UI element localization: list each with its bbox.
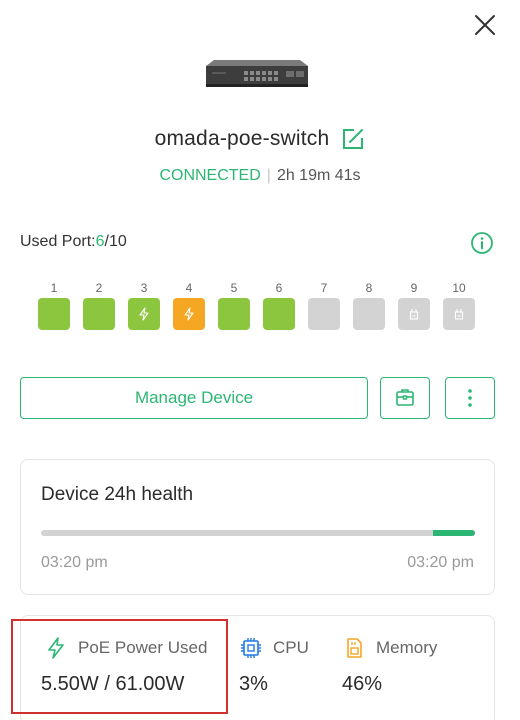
used-port-summary: Used Port:6/10 [20,233,127,251]
port-4-status[interactable] [173,298,205,330]
cpu-chip-icon [241,638,261,658]
port-7: 7 [308,280,340,330]
sfp-port-icon [454,309,464,320]
port-5: 5 [218,280,250,330]
port-number: 1 [50,281,58,295]
switch-device-image [206,60,308,87]
port-2-status[interactable] [83,298,115,330]
uptime: 2h 19m 41s [276,167,361,184]
port-number: 3 [140,281,148,295]
sfp-port-icon [409,309,419,320]
port-4: 4 [173,280,205,330]
port-6-status[interactable] [263,298,295,330]
port-6: 6 [263,280,295,330]
used-port-count: 6 [95,233,105,250]
port-1-status[interactable] [38,298,70,330]
memory-card-icon [347,638,362,658]
port-number: 10 [452,281,466,295]
port-number: 9 [410,281,418,295]
port-9: 9 [398,280,430,330]
close-icon [475,15,495,35]
port-1: 1 [38,280,70,330]
health-start-time: 03:20 pm [41,554,108,571]
used-port-label: Used Port: [20,233,96,250]
port-number: 2 [95,281,103,295]
port-number: 7 [320,281,328,295]
total-port-count: /10 [104,233,127,250]
health-timeline-bar[interactable] [41,530,475,536]
port-number: 6 [275,281,283,295]
cpu-label: CPU [273,638,309,657]
poe-bolt-icon [139,307,149,321]
poe-power-label: PoE Power Used [78,638,208,657]
manage-device-button[interactable]: Manage Device [20,377,368,419]
more-options-button[interactable] [445,377,495,419]
poe-highlight-box [11,619,228,714]
device-health-card: Device 24h health 03:20 pm 03:20 pm [20,459,495,595]
edit-name-button[interactable] [341,127,365,151]
cpu-value: 3% [239,673,268,695]
device-status-row: CONNECTED | 2h 19m 41s [0,167,520,185]
port-number: 8 [365,281,373,295]
port-10-status[interactable] [443,298,475,330]
health-title: Device 24h health [41,484,194,505]
port-9-status[interactable] [398,298,430,330]
cpu-label-row: CPU [239,636,309,660]
info-icon [471,232,493,254]
status-divider: | [266,167,271,184]
memory-value: 46% [342,673,383,695]
port-grid: 1 2 3 4 5 6 7 8 9 10 [38,280,475,330]
port-8: 8 [353,280,385,330]
port-info-button[interactable] [470,231,494,255]
health-good-segment [432,530,475,536]
more-vertical-icon [468,389,472,407]
toolbox-icon [396,389,414,406]
port-3: 3 [128,280,160,330]
health-end-time: 03:20 pm [407,554,474,571]
lightning-icon [48,637,64,659]
device-name: omada-poe-switch [154,127,330,150]
port-5-status[interactable] [218,298,250,330]
edit-icon [343,129,364,149]
poe-power-value: 5.50W / 61.00W [41,673,185,695]
port-2: 2 [83,280,115,330]
port-number: 4 [185,281,193,295]
memory-label-row: Memory [342,636,437,660]
status-badge: CONNECTED [159,167,261,184]
port-8-status[interactable] [353,298,385,330]
close-button[interactable] [472,12,498,38]
memory-label: Memory [376,638,438,657]
device-toolbox-button[interactable] [380,377,430,419]
poe-power-label-row: PoE Power Used [44,636,207,660]
port-10: 10 [443,280,475,330]
port-number: 5 [230,281,238,295]
device-name-row: omada-poe-switch [0,127,520,151]
port-3-status[interactable] [128,298,160,330]
poe-bolt-icon [184,307,194,321]
port-7-status[interactable] [308,298,340,330]
